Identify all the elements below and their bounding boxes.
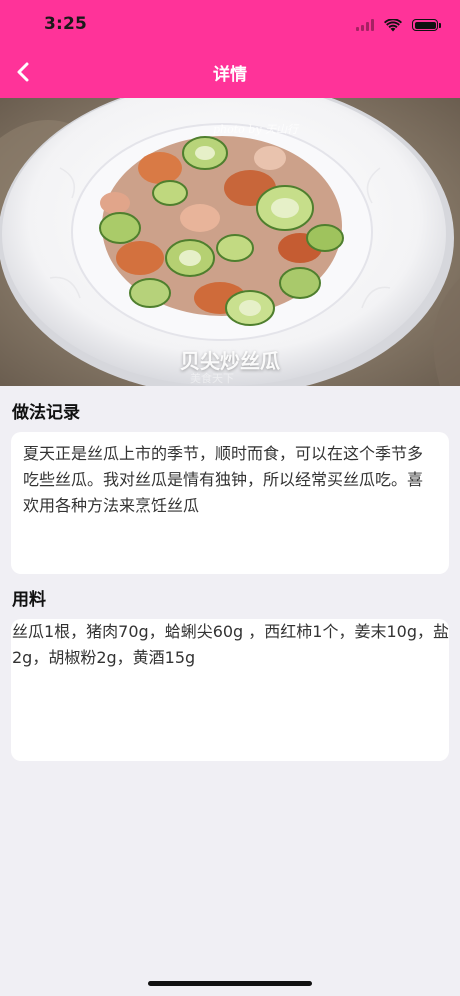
status-icons bbox=[356, 14, 441, 36]
ingredients-text: 丝瓜1根，猪肉70g，蛤蜊尖60g ，西红柿1个，姜末10g，盐2g，胡椒粉2g… bbox=[12, 622, 449, 667]
ingredients-card: 丝瓜1根，猪肉70g，蛤蜊尖60g ，西红柿1个，姜末10g，盐2g，胡椒粉2g… bbox=[11, 619, 449, 761]
battery-icon bbox=[412, 19, 441, 31]
cellular-signal-icon bbox=[356, 19, 374, 31]
ingredients-section-title: 用料 bbox=[12, 590, 46, 610]
status-time: 3:25 bbox=[44, 14, 88, 34]
method-card: 夏天正是丝瓜上市的季节，顺时而食，可以在这个季节多吃些丝瓜。我对丝瓜是情有独钟，… bbox=[11, 432, 449, 574]
home-indicator[interactable] bbox=[148, 981, 312, 986]
page-title: 详情 bbox=[213, 65, 247, 85]
recipe-photo: photo by 天山行 贝尖炒丝瓜 美食天下 bbox=[0, 98, 460, 386]
photo-watermark: photo by 天山行 bbox=[213, 123, 299, 136]
wifi-icon bbox=[384, 18, 402, 31]
method-section-title: 做法记录 bbox=[12, 403, 80, 423]
recipe-photo-illustration bbox=[0, 98, 460, 386]
nav-bar: 3:25 详情 bbox=[0, 0, 460, 98]
photo-watermark-small: 美食天下 bbox=[190, 372, 234, 385]
method-text: 夏天正是丝瓜上市的季节，顺时而食，可以在这个季节多吃些丝瓜。我对丝瓜是情有独钟，… bbox=[23, 444, 424, 515]
